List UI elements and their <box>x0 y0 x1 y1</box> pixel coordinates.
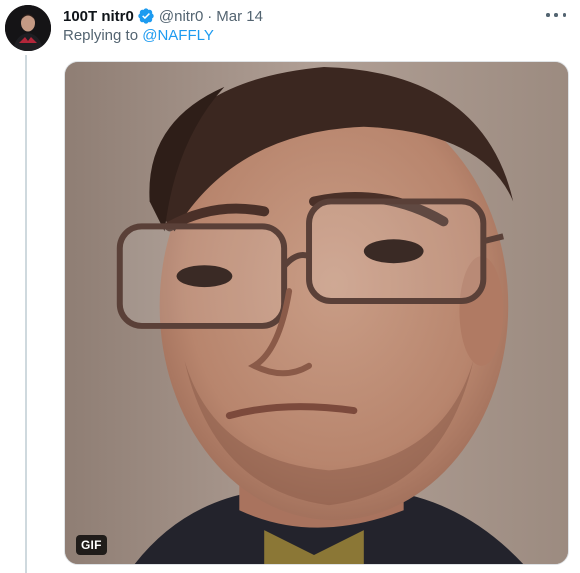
verified-badge-icon <box>137 7 155 25</box>
gif-badge: GIF <box>76 535 107 555</box>
tweet-header: 100T nitr0 @nitr0 · Mar 14 <box>63 5 263 27</box>
separator: · <box>207 7 213 25</box>
handle[interactable]: @nitr0 <box>159 8 203 25</box>
tweet: 100T nitr0 @nitr0 · Mar 14 Replying to @… <box>0 0 580 573</box>
avatar-image <box>5 5 51 51</box>
display-name[interactable]: 100T nitr0 <box>63 8 134 25</box>
thread-line <box>25 55 27 573</box>
replying-to: Replying to @NAFFLY <box>63 27 214 44</box>
replying-to-link[interactable]: @NAFFLY <box>142 27 214 44</box>
gif-media[interactable]: GIF <box>64 61 569 565</box>
gif-image <box>65 62 568 564</box>
more-options-icon[interactable] <box>546 8 566 22</box>
timestamp[interactable]: Mar 14 <box>216 8 263 25</box>
replying-prefix: Replying to <box>63 27 143 44</box>
avatar[interactable] <box>5 5 51 51</box>
